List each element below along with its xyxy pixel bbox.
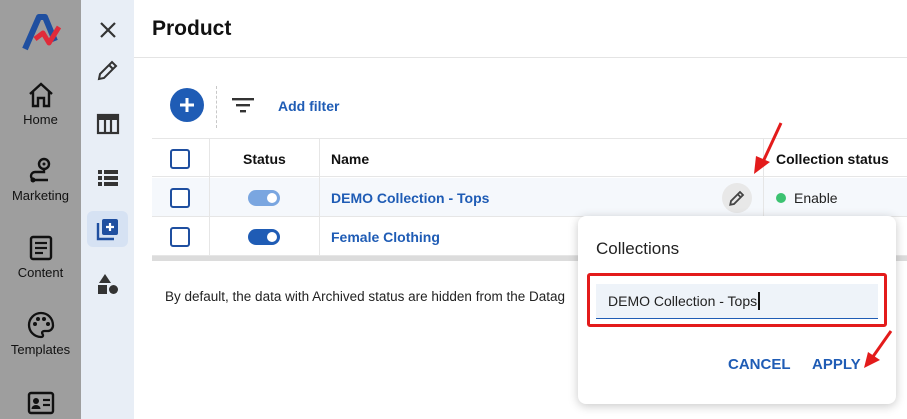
nav-item-contacts[interactable] — [0, 388, 81, 418]
product-name-link[interactable]: Female Clothing — [331, 217, 440, 256]
toggle-knob — [267, 231, 277, 242]
nav-label-templates: Templates — [10, 342, 71, 357]
product-name-link[interactable]: DEMO Collection - Tops — [331, 178, 489, 217]
id-card-icon — [27, 391, 54, 415]
apply-button[interactable]: APPLY — [812, 356, 861, 373]
add-button[interactable] — [170, 88, 204, 122]
close-icon — [99, 22, 116, 38]
status-dot — [776, 192, 786, 203]
pencil-icon — [729, 190, 745, 206]
column-divider — [319, 217, 320, 256]
table-icon — [96, 113, 119, 135]
shapes-icon — [97, 274, 118, 294]
column-divider — [209, 139, 210, 178]
popup-title: Collections — [596, 239, 680, 258]
nav-item-templates[interactable]: Templates — [0, 310, 81, 357]
row-checkbox-cell — [170, 217, 190, 256]
pencil-icon — [97, 60, 117, 81]
column-header-name[interactable]: Name — [331, 139, 369, 178]
nav-item-home[interactable]: Home — [0, 80, 81, 127]
nav-label-marketing: Marketing — [11, 188, 70, 203]
collection-status-cell: Enable — [776, 178, 838, 217]
column-divider — [319, 139, 320, 178]
left-nav: Home Marketing Content Templates — [0, 0, 81, 419]
palette-icon — [27, 311, 54, 339]
nav-item-marketing[interactable]: Marketing — [0, 156, 81, 203]
column-header-status[interactable]: Status — [243, 139, 286, 178]
app-logo-icon[interactable] — [21, 13, 62, 53]
edit-cell — [722, 178, 752, 217]
list-view-button[interactable] — [87, 160, 128, 196]
edit-name-button[interactable] — [722, 182, 752, 213]
status-toggle[interactable] — [248, 228, 280, 245]
collection-status-text: Enable — [794, 189, 838, 206]
list-icon — [97, 170, 118, 186]
row-checkbox-cell — [170, 178, 190, 217]
add-collection-icon — [96, 219, 118, 241]
page-title: Product — [152, 17, 232, 40]
secondary-rail — [81, 0, 134, 419]
status-toggle-cell — [248, 217, 280, 256]
select-all-checkbox-cell — [170, 139, 190, 178]
column-divider — [319, 178, 320, 217]
table-view-button[interactable] — [87, 106, 128, 142]
nav-label-content: Content — [17, 265, 64, 280]
toolbar-divider — [216, 86, 217, 128]
nav-item-content[interactable]: Content — [0, 233, 81, 280]
toggle-knob — [267, 192, 277, 203]
add-filter-link[interactable]: Add filter — [278, 98, 339, 114]
row-checkbox[interactable] — [170, 226, 190, 247]
document-icon — [29, 235, 52, 261]
row-checkbox[interactable] — [170, 187, 190, 208]
table-header-row: Status Name Collection status — [152, 138, 907, 178]
collections-edit-popup: Collections CANCEL APPLY — [578, 216, 896, 404]
column-divider — [209, 178, 210, 217]
table-row[interactable]: DEMO Collection - Tops Enable — [152, 178, 907, 217]
collection-name-input[interactable] — [596, 284, 878, 319]
edit-tool-button[interactable] — [87, 52, 128, 88]
collections-button[interactable] — [87, 211, 128, 247]
archived-note: By default, the data with Archived statu… — [165, 289, 565, 304]
column-divider — [209, 217, 210, 256]
cancel-button[interactable]: CANCEL — [728, 356, 791, 373]
column-header-collection-status[interactable]: Collection status — [776, 139, 889, 178]
route-icon — [29, 157, 50, 183]
nav-label-home: Home — [23, 112, 58, 127]
status-toggle-cell — [248, 178, 280, 217]
text-caret — [758, 292, 760, 310]
column-divider — [763, 178, 764, 217]
header-divider — [134, 57, 907, 58]
filter-icon[interactable] — [232, 96, 254, 119]
annotation-arrow — [864, 330, 893, 368]
close-button[interactable] — [87, 12, 128, 48]
status-toggle[interactable] — [248, 189, 280, 206]
select-all-checkbox[interactable] — [170, 148, 190, 169]
annotation-arrow — [754, 122, 783, 174]
components-button[interactable] — [87, 266, 128, 302]
home-icon — [28, 82, 53, 108]
plus-icon — [180, 98, 194, 112]
